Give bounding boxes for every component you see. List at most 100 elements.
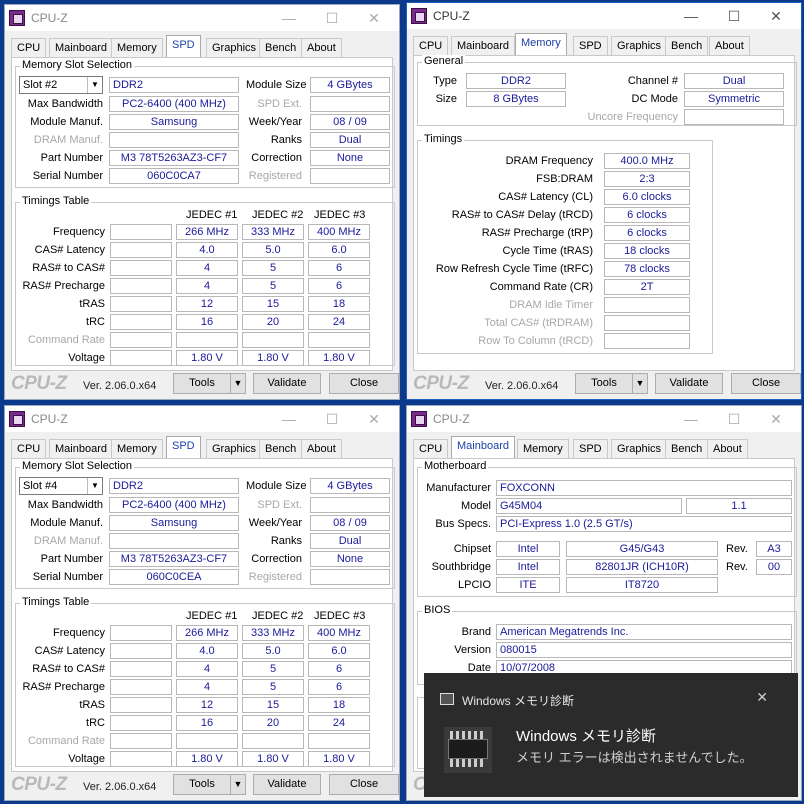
tras-label: Cycle Time (tRAS) <box>502 245 593 257</box>
windows-notification-toast[interactable]: Windows メモリ診断 ✕ Windows メモリ診断 メモリ エラーは検出… <box>424 673 798 797</box>
spd-ext-field <box>310 497 390 513</box>
ras-to-cas-label: RAS# to CAS# <box>32 663 105 675</box>
title-bar[interactable]: CPU-Z — ☐ ✕ <box>407 3 801 29</box>
tab-memory[interactable]: Memory <box>515 33 567 55</box>
tools-button[interactable]: Tools <box>575 373 633 394</box>
title-bar[interactable]: CPU-Z — ☐ ✕ <box>5 406 399 432</box>
lpcio-label: LPCIO <box>457 579 491 591</box>
rp-jedec1: 4 <box>176 278 238 294</box>
tab-about[interactable]: About <box>301 38 342 57</box>
dram-manuf-label: DRAM Manuf. <box>33 134 103 146</box>
voltage-jedec2: 1.80 V <box>242 751 304 767</box>
tab-cpu[interactable]: CPU <box>11 38 47 57</box>
tab-graphics[interactable]: Graphics <box>206 38 263 57</box>
tab-spd[interactable]: SPD <box>573 36 608 55</box>
maximize-icon[interactable]: ☐ <box>312 408 352 430</box>
tab-graphics[interactable]: Graphics <box>206 439 263 458</box>
tab-about[interactable]: About <box>709 36 750 55</box>
tools-dropdown-icon[interactable]: ▼ <box>230 373 246 394</box>
maximize-icon[interactable]: ☐ <box>312 7 352 29</box>
cas-latency-label: CAS# Latency (CL) <box>498 191 593 203</box>
tab-bench[interactable]: Bench <box>259 439 303 458</box>
tab-mainboard[interactable]: Mainboard <box>451 36 515 55</box>
timings-table-group: Timings Table JEDEC #1 JEDEC #2 JEDEC #3… <box>15 596 395 767</box>
part-number-field: M3 78T5263AZ3-CF7 <box>109 551 239 567</box>
close-icon[interactable]: ✕ <box>354 7 394 29</box>
spd-ext-field <box>310 96 390 112</box>
frequency-label: Frequency <box>53 226 105 238</box>
registered-field <box>310 569 390 585</box>
tab-spd[interactable]: SPD <box>166 436 201 458</box>
tab-cpu[interactable]: CPU <box>413 36 449 55</box>
validate-button[interactable]: Validate <box>253 774 321 795</box>
week-year-field: 08 / 09 <box>310 515 390 531</box>
cpuz-window-memory: CPU-Z — ☐ ✕ CPU Mainboard Memory SPD Gra… <box>406 2 802 400</box>
tab-memory[interactable]: Memory <box>517 439 569 458</box>
minimize-icon[interactable]: — <box>269 408 309 430</box>
slot-select[interactable]: Slot #2 ▼ <box>19 76 103 94</box>
group-title: Motherboard <box>422 460 489 472</box>
validate-button[interactable]: Validate <box>253 373 321 394</box>
group-title: BIOS <box>422 604 453 616</box>
week-year-label: Week/Year <box>248 517 302 529</box>
ranks-field: Dual <box>310 132 390 148</box>
tools-button[interactable]: Tools <box>173 774 231 795</box>
validate-button[interactable]: Validate <box>655 373 723 394</box>
tab-about[interactable]: About <box>707 439 748 458</box>
tools-dropdown-icon[interactable]: ▼ <box>230 774 246 795</box>
blank-cell <box>242 733 304 749</box>
cas-latency-label: CAS# Latency <box>34 645 105 657</box>
tab-mainboard[interactable]: Mainboard <box>451 436 515 458</box>
minimize-icon[interactable]: — <box>269 7 309 29</box>
tab-bench[interactable]: Bench <box>665 439 709 458</box>
maximize-icon[interactable]: ☐ <box>714 408 754 430</box>
fsb-dram-label: FSB:DRAM <box>536 173 593 185</box>
tab-cpu[interactable]: CPU <box>11 439 47 458</box>
tab-about[interactable]: About <box>301 439 342 458</box>
jedec-header-1: JEDEC #1 <box>186 209 238 221</box>
close-button[interactable]: Close <box>731 373 801 394</box>
cpuz-app-icon <box>9 10 25 26</box>
close-button[interactable]: Close <box>329 774 399 795</box>
tab-mainboard[interactable]: Mainboard <box>49 38 113 57</box>
close-icon[interactable]: ✕ <box>756 5 796 27</box>
freq-jedec2: 333 MHz <box>242 625 304 641</box>
tab-spd[interactable]: SPD <box>166 35 201 57</box>
version-label: Ver. 2.06.0.x64 <box>83 781 157 793</box>
tab-memory[interactable]: Memory <box>111 439 163 458</box>
close-button[interactable]: Close <box>329 373 399 394</box>
rcd-jedec1: 4 <box>176 661 238 677</box>
memory-slot-group: Memory Slot Selection Slot #2 ▼ DDR2 Modu… <box>15 59 395 188</box>
maximize-icon[interactable]: ☐ <box>714 5 754 27</box>
week-year-field: 08 / 09 <box>310 114 390 130</box>
tab-bench[interactable]: Bench <box>259 38 303 57</box>
minimize-icon[interactable]: — <box>671 408 711 430</box>
tab-memory[interactable]: Memory <box>111 38 163 57</box>
timings-group: Timings DRAM Frequency 400.0 MHz FSB:DRA… <box>417 133 713 354</box>
registered-label: Registered <box>248 170 302 182</box>
tab-graphics[interactable]: Graphics <box>611 439 668 458</box>
window-title: CPU-Z <box>433 412 470 426</box>
trc-jedec2: 20 <box>242 314 304 330</box>
tras-jedec1: 12 <box>176 296 238 312</box>
spd-panel: Memory Slot Selection Slot #2 ▼ DDR2 Modu… <box>11 57 395 371</box>
close-icon[interactable]: ✕ <box>354 408 394 430</box>
tab-bench[interactable]: Bench <box>665 36 709 55</box>
close-icon[interactable]: ✕ <box>756 689 768 706</box>
freq-jedec3: 400 MHz <box>308 224 370 240</box>
tools-button[interactable]: Tools <box>173 373 231 394</box>
title-bar[interactable]: CPU-Z — ☐ ✕ <box>5 5 399 31</box>
blank-cell <box>110 224 172 240</box>
tab-cpu[interactable]: CPU <box>413 439 449 458</box>
memory-type-field: DDR2 <box>109 77 239 93</box>
minimize-icon[interactable]: — <box>671 5 711 27</box>
close-icon[interactable]: ✕ <box>756 408 796 430</box>
tab-mainboard[interactable]: Mainboard <box>49 439 113 458</box>
tools-dropdown-icon[interactable]: ▼ <box>632 373 648 394</box>
trcd-field: 6 clocks <box>604 207 690 223</box>
title-bar[interactable]: CPU-Z — ☐ ✕ <box>407 406 801 432</box>
slot-select[interactable]: Slot #4 ▼ <box>19 477 103 495</box>
tab-graphics[interactable]: Graphics <box>611 36 668 55</box>
tab-spd[interactable]: SPD <box>573 439 608 458</box>
dc-mode-label: DC Mode <box>631 93 678 105</box>
